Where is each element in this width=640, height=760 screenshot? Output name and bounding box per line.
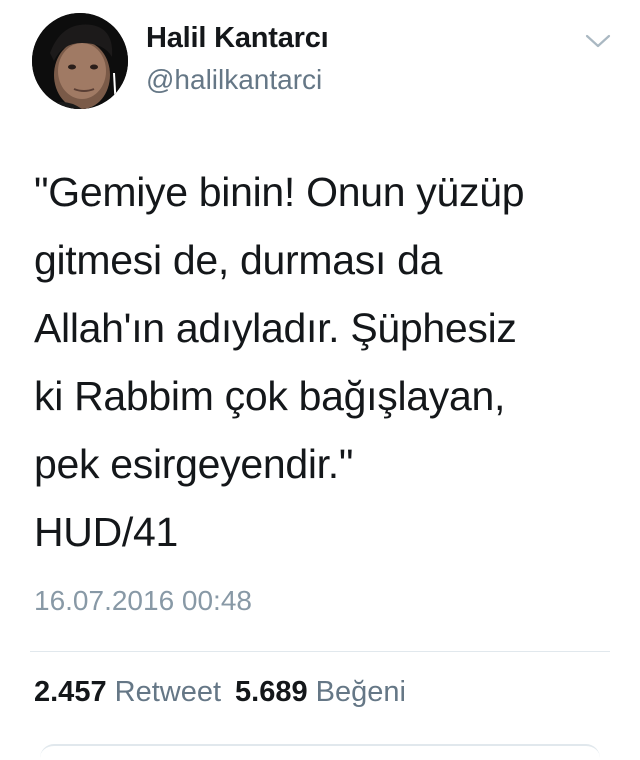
- tweet-text: "Gemiye binin! Onun yüzüp gitmesi de, du…: [34, 158, 614, 566]
- tweet-timestamp[interactable]: 16.07.2016 00:48: [34, 585, 252, 617]
- retweet-label: Retweet: [114, 676, 222, 708]
- display-name[interactable]: Halil Kantarcı: [146, 22, 329, 55]
- tweet-text-line: "Gemiye binin! Onun yüzüp: [34, 169, 525, 215]
- like-stat[interactable]: 5.689 Beğeni: [235, 676, 406, 708]
- tweet-text-line: gitmesi de, durması da: [34, 237, 443, 283]
- like-label: Beğeni: [315, 676, 406, 708]
- retweet-count: 2.457: [34, 676, 107, 708]
- retweet-stat[interactable]: 2.457 Retweet: [34, 676, 221, 708]
- tweet-text-line: ki Rabbim çok bağışlayan,: [34, 373, 506, 419]
- avatar-image: [32, 13, 128, 109]
- tweet-card: Halil Kantarcı @halilkantarci "Gemiye bi…: [0, 0, 640, 751]
- user-handle[interactable]: @halilkantarci: [146, 64, 322, 96]
- divider: [30, 651, 610, 652]
- chevron-down-icon[interactable]: [583, 30, 613, 52]
- tweet-text-line: HUD/41: [34, 509, 179, 555]
- like-count: 5.689: [235, 676, 308, 708]
- tweet-text-line: pek esirgeyendir.": [34, 441, 354, 487]
- tweet-stats: 2.457 Retweet 5.689 Beğeni: [34, 676, 406, 709]
- avatar[interactable]: [32, 13, 128, 109]
- tweet-text-line: Allah'ın adıyladır. Şüphesiz: [34, 305, 517, 351]
- bottom-card-edge: [40, 744, 600, 760]
